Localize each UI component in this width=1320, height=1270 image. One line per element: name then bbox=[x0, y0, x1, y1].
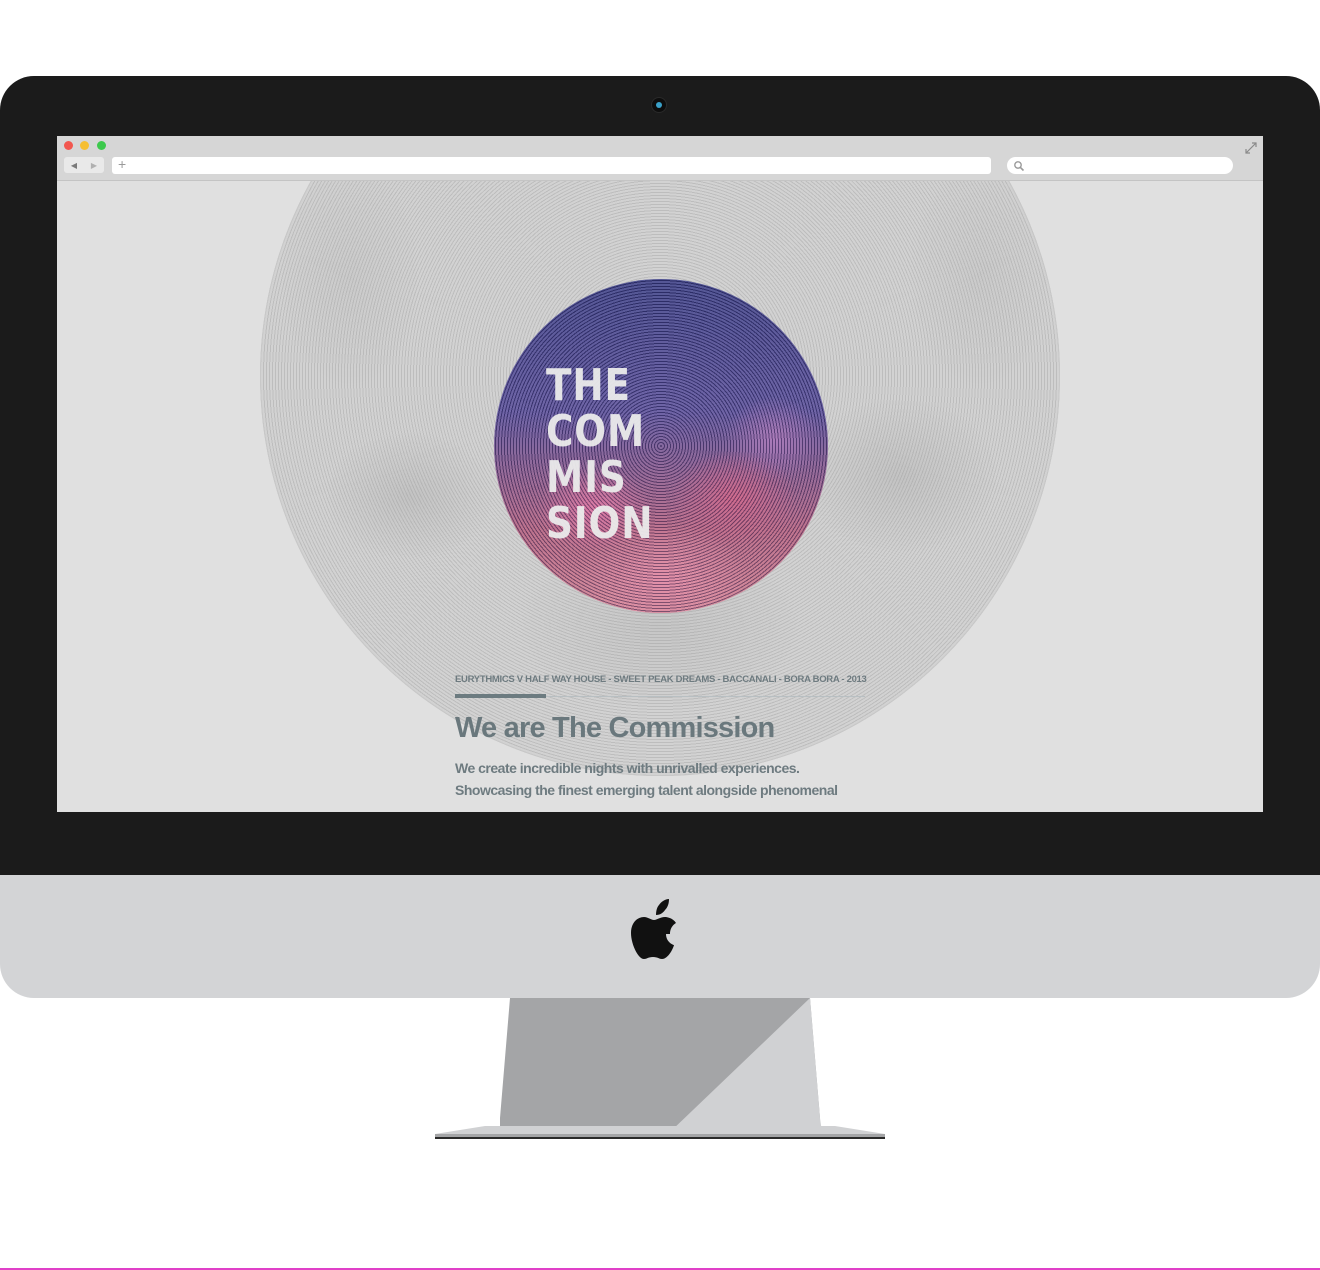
address-bar[interactable]: + bbox=[112, 156, 991, 174]
search-input[interactable] bbox=[1007, 157, 1233, 174]
label-grooves bbox=[494, 279, 828, 613]
intro-line: We create incredible nights with unrival… bbox=[455, 760, 800, 776]
record-label-image: THE COM MIS SION bbox=[494, 279, 828, 613]
plus-icon[interactable]: + bbox=[118, 156, 126, 172]
search-icon bbox=[1014, 161, 1025, 172]
page-headline: We are The Commission bbox=[455, 712, 775, 744]
intro-section: EURYTHMICS V HALF WAY HOUSE - SWEET PEAK… bbox=[455, 674, 867, 801]
maximize-window-button[interactable] bbox=[97, 141, 106, 150]
web-page: THE COM MIS SION EURYTHMICS V HALF WAY H… bbox=[57, 181, 1263, 812]
browser-window: ◀ ▶ + THE COM MIS SION EURYTHMICS V HALF… bbox=[57, 136, 1263, 812]
back-button[interactable]: ◀ bbox=[64, 157, 84, 173]
apple-logo-icon bbox=[631, 899, 676, 959]
camera-icon bbox=[652, 98, 666, 112]
intro-paragraph: We create incredible nights with unrival… bbox=[455, 757, 865, 801]
logo-line: SION bbox=[546, 498, 654, 549]
intro-line: Showcasing the finest emerging talent al… bbox=[455, 782, 838, 798]
close-window-button[interactable] bbox=[64, 141, 73, 150]
divider bbox=[455, 694, 865, 699]
divider-accent bbox=[455, 694, 546, 698]
imac-stand bbox=[435, 998, 885, 1139]
events-list: EURYTHMICS V HALF WAY HOUSE - SWEET PEAK… bbox=[455, 674, 867, 685]
fullscreen-icon[interactable] bbox=[1244, 141, 1258, 155]
forward-button[interactable]: ▶ bbox=[84, 157, 104, 173]
browser-toolbar: ◀ ▶ + bbox=[57, 136, 1263, 181]
minimize-window-button[interactable] bbox=[80, 141, 89, 150]
logo-line: COM bbox=[546, 406, 646, 457]
nav-buttons: ◀ ▶ bbox=[64, 157, 104, 173]
site-logo[interactable]: THE COM MIS SION bbox=[546, 363, 653, 547]
logo-line: MIS bbox=[546, 452, 627, 503]
logo-line: THE bbox=[546, 360, 631, 411]
